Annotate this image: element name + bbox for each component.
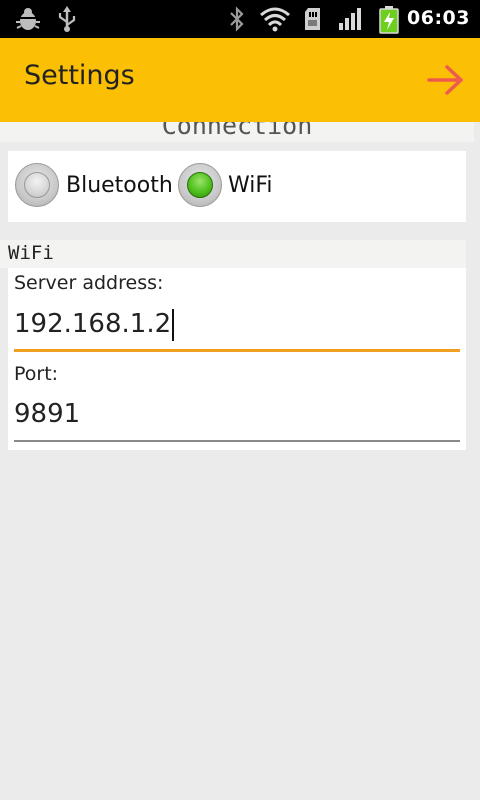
text-cursor — [172, 308, 175, 341]
wifi-header-label: WiFi — [8, 242, 54, 264]
arrow-right-icon — [427, 65, 463, 95]
bug-icon — [14, 6, 42, 36]
connection-header-label: Connection — [161, 122, 313, 140]
bluetooth-icon — [228, 6, 246, 36]
server-address-label: Server address: — [14, 272, 164, 294]
server-address-input[interactable]: 192.168.1.2 — [14, 302, 460, 346]
port-input[interactable]: 9891 — [14, 392, 460, 436]
connection-radio-group: Bluetooth WiFi — [8, 151, 466, 222]
signal-icon — [338, 6, 364, 36]
status-bar: 06:03 — [0, 0, 480, 38]
connection-section-header: Connection — [0, 122, 474, 142]
port-underline — [14, 440, 460, 442]
server-address-value: 192.168.1.2 — [14, 309, 172, 339]
server-address-underline — [14, 349, 460, 352]
sd-card-icon — [303, 6, 323, 36]
usb-icon — [56, 6, 78, 36]
next-button[interactable] — [426, 60, 466, 100]
port-label: Port: — [14, 363, 59, 385]
wifi-radio[interactable] — [178, 163, 222, 207]
wifi-settings-card: Server address: 192.168.1.2 Port: 9891 — [8, 268, 466, 450]
wifi-icon — [259, 6, 291, 36]
port-value: 9891 — [14, 399, 81, 429]
action-bar: Settings — [0, 38, 480, 122]
bluetooth-radio-label[interactable]: Bluetooth — [66, 173, 173, 198]
wifi-section-header: WiFi — [0, 240, 466, 268]
wifi-radio-label[interactable]: WiFi — [228, 173, 273, 198]
bluetooth-radio[interactable] — [15, 163, 59, 207]
status-time: 06:03 — [407, 7, 470, 29]
battery-charging-icon — [378, 6, 400, 38]
page-title: Settings — [24, 60, 135, 91]
